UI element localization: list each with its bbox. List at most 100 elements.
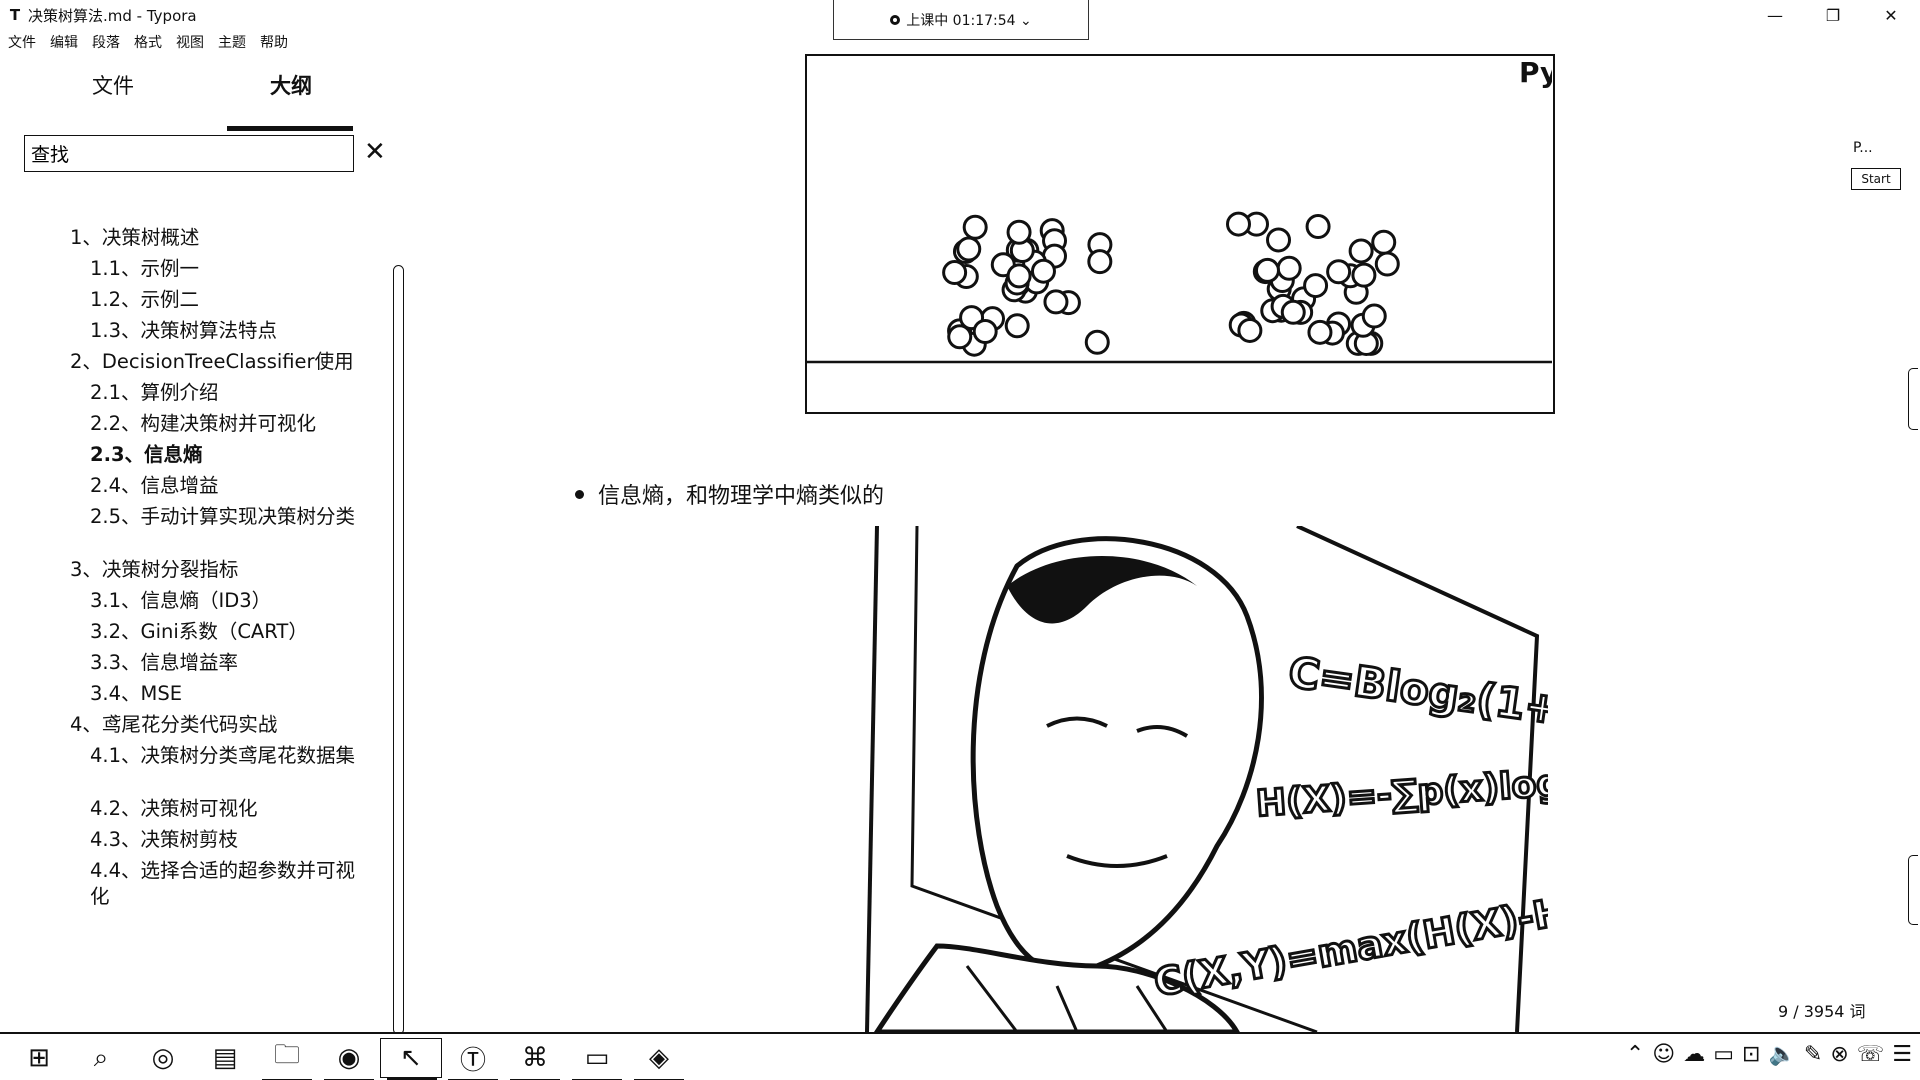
particle <box>1225 211 1251 237</box>
particle <box>1326 259 1352 285</box>
start-button[interactable]: Start <box>1851 168 1901 190</box>
particles-drawing: Py <box>807 56 1552 364</box>
python-icon[interactable]: ⌘ <box>504 1038 566 1080</box>
widgets-icon[interactable]: ▤ <box>194 1038 256 1078</box>
close-button[interactable]: ✕ <box>1862 0 1920 30</box>
file-explorer-icon[interactable]: 🗀 <box>256 1038 318 1080</box>
search-clear-icon[interactable]: ✕ <box>364 136 386 168</box>
particle <box>1084 329 1110 355</box>
outline-item[interactable]: 4.1、决策树分类鸢尾花数据集 <box>90 743 355 769</box>
particle <box>947 324 973 350</box>
edge-handle-top[interactable] <box>1908 368 1918 430</box>
notification-icon[interactable]: ☰ <box>1892 1042 1912 1067</box>
chat-app-icon[interactable]: ☏ <box>1857 1042 1885 1067</box>
particle <box>1348 238 1374 264</box>
outline-item[interactable]: 3.2、Gini系数（CART） <box>90 619 355 645</box>
word-count[interactable]: 9 / 3954 词 <box>1778 998 1866 1022</box>
edge-handle-bottom[interactable] <box>1908 855 1918 925</box>
task-view-icon[interactable]: ◎ <box>132 1038 194 1078</box>
outline-item[interactable]: 2.5、手动计算实现决策树分类 <box>90 504 355 530</box>
outline-item[interactable]: 2.4、信息增益 <box>90 473 355 499</box>
class-timer-pill[interactable]: 上课中 01:17:54 ⌄ <box>833 0 1089 40</box>
outline-list: 1、决策树概述 1.1、示例一 1.2、示例二 1.3、决策树算法特点 2、De… <box>0 210 380 1030</box>
recording-icon <box>890 14 901 25</box>
outline-item-active[interactable]: 2.3、信息熵 <box>90 442 355 468</box>
particle <box>1087 249 1113 275</box>
outline-item[interactable]: 4.2、决策树可视化 <box>90 796 355 822</box>
outline-item[interactable]: 1.3、决策树算法特点 <box>90 318 355 344</box>
menu-edit[interactable]: 编辑 <box>50 32 78 52</box>
side-widget-label: P... <box>1853 140 1873 156</box>
taskbar-apps: ⊞ ⌕ ◎ ▤ 🗀 ◉ ↖ Ⓣ ⌘ ▭ ◈ <box>8 1038 690 1080</box>
particle <box>942 260 968 286</box>
battery-icon[interactable]: ▭ <box>1713 1042 1734 1067</box>
particle <box>1254 257 1280 283</box>
menu-theme[interactable]: 主题 <box>218 32 246 52</box>
menu-file[interactable]: 文件 <box>8 32 36 52</box>
particle <box>1237 317 1263 343</box>
particle <box>956 236 982 262</box>
particle <box>1004 313 1030 339</box>
entropy-particles-figure: Py <box>805 54 1555 414</box>
typora-icon[interactable]: Ⓣ <box>442 1038 504 1080</box>
outline-item[interactable]: 4.4、选择合适的超参数并可视化 <box>90 858 355 910</box>
maximize-button[interactable]: ❐ <box>1804 0 1862 30</box>
shannon-portrait-figure: C=Blog₂(1+S/N) H(X)=-∑p(x)log p(x) C(X,Y… <box>817 526 1548 1032</box>
outline-item[interactable]: 1.2、示例二 <box>90 287 355 313</box>
particle <box>1276 255 1302 281</box>
active-tab-indicator <box>227 126 353 131</box>
outline-item[interactable]: 1、决策树概述 <box>70 225 199 251</box>
browser-icon[interactable]: ◉ <box>318 1038 380 1080</box>
menu-help[interactable]: 帮助 <box>260 32 288 52</box>
outline-item[interactable]: 4.3、决策树剪枝 <box>90 827 355 853</box>
menu-format[interactable]: 格式 <box>134 32 162 52</box>
particle <box>1006 263 1032 289</box>
figure-corner-text: Py <box>1519 56 1552 89</box>
particle <box>972 319 998 345</box>
outline-item[interactable]: 1.1、示例一 <box>90 256 355 282</box>
bullet-item: 信息熵，和物理学中熵类似的 <box>575 478 884 510</box>
pen-icon[interactable]: ✎ <box>1804 1042 1822 1067</box>
outline-item[interactable]: 3.3、信息增益率 <box>90 650 355 676</box>
outline-item[interactable]: 3.1、信息熵（ID3） <box>90 588 355 614</box>
menu-paragraph[interactable]: 段落 <box>92 32 120 52</box>
portrait-drawing: C=Blog₂(1+S/N) H(X)=-∑p(x)log p(x) C(X,Y… <box>817 526 1548 1032</box>
search-icon[interactable]: ⌕ <box>70 1038 132 1078</box>
pointer-tool-icon[interactable]: ↖ <box>380 1038 442 1080</box>
sidebar: 文件 大纲 ✕ 1、决策树概述 1.1、示例一 1.2、示例二 1.3、决策树算… <box>0 60 405 1035</box>
bullet-text: 信息熵，和物理学中熵类似的 <box>598 484 885 509</box>
outline-item[interactable]: 2、DecisionTreeClassifier使用 <box>70 349 354 375</box>
start-menu-icon[interactable]: ⊞ <box>8 1038 70 1078</box>
outline-item[interactable]: 2.2、构建决策树并可视化 <box>90 411 355 437</box>
bullet-icon <box>575 489 584 499</box>
tray-overflow-icon[interactable]: ⌃ <box>1626 1042 1644 1067</box>
menu-view[interactable]: 视图 <box>176 32 204 52</box>
tab-files[interactable]: 文件 <box>92 70 134 100</box>
classroom-app-icon[interactable]: ◈ <box>628 1038 690 1080</box>
cloud-icon[interactable]: ☁ <box>1683 1042 1705 1067</box>
particle <box>1280 299 1306 325</box>
outline-item[interactable]: 3、决策树分裂指标 <box>70 557 238 583</box>
particle <box>1030 258 1056 284</box>
outline-item[interactable]: 4、鸢尾花分类代码实战 <box>70 712 277 738</box>
sidebar-tabs: 文件 大纲 <box>0 70 360 131</box>
minimize-button[interactable]: — <box>1746 0 1804 30</box>
close-circle-icon[interactable]: ⊗ <box>1830 1042 1848 1067</box>
tray-app-icon[interactable]: ☺ <box>1652 1042 1675 1067</box>
class-timer-label: 上课中 01:17:54 ⌄ <box>906 12 1032 29</box>
system-tray: ⌃ ☺ ☁ ▭ ⊡ 🔈 ✎ ⊗ ☏ ☰ <box>1626 1042 1912 1067</box>
particle <box>1371 229 1397 255</box>
tab-outline[interactable]: 大纲 <box>270 70 312 100</box>
volume-icon[interactable]: 🔈 <box>1768 1042 1795 1067</box>
window-controls: — ❐ ✕ <box>1746 0 1920 30</box>
particle <box>962 214 988 240</box>
taskbar: ⊞ ⌕ ◎ ▤ 🗀 ◉ ↖ Ⓣ ⌘ ▭ ◈ ⌃ ☺ ☁ ▭ ⊡ 🔈 ✎ ⊗ ☏ ☰ <box>0 1032 1920 1080</box>
outline-search-input[interactable] <box>24 135 354 172</box>
screen-tool-icon[interactable]: ▭ <box>566 1038 628 1080</box>
outline-item[interactable]: 3.4、MSE <box>90 681 355 707</box>
window-title: 决策树算法.md - Typora <box>28 6 197 25</box>
outline-item[interactable]: 2.1、算例介绍 <box>90 380 355 406</box>
sidebar-scrollbar[interactable] <box>393 265 404 1035</box>
particle <box>1006 219 1032 245</box>
network-icon[interactable]: ⊡ <box>1742 1042 1760 1067</box>
